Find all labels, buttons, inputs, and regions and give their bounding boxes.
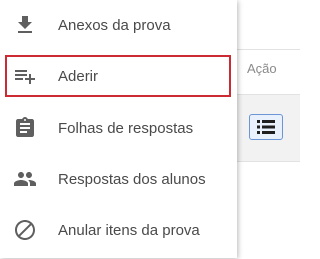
list-icon xyxy=(257,120,275,134)
menu-item-anular-itens-da-prova[interactable]: Anular itens da prova xyxy=(0,205,237,255)
table-divider xyxy=(236,161,300,162)
menu-item-label: Folhas de respostas xyxy=(58,119,194,137)
block-icon xyxy=(13,218,37,242)
table-divider xyxy=(236,49,300,50)
menu-item-folhas-de-respostas[interactable]: Folhas de respostas xyxy=(0,103,237,153)
playlist-add-icon xyxy=(13,64,37,88)
menu-item-label: Anular itens da prova xyxy=(58,221,200,239)
row-action-button[interactable] xyxy=(249,114,283,140)
menu-item-label: Anexos da prova xyxy=(58,16,171,34)
download-icon xyxy=(13,13,37,37)
column-header-acao: Ação xyxy=(247,61,277,76)
actions-menu: Anexos da prova Aderir Folhas de respost… xyxy=(0,0,237,258)
menu-item-label: Aderir xyxy=(58,67,99,85)
menu-item-aderir[interactable]: Aderir xyxy=(5,55,231,97)
menu-item-respostas-dos-alunos[interactable]: Respostas dos alunos xyxy=(0,154,237,204)
menu-item-anexos-da-prova[interactable]: Anexos da prova xyxy=(0,0,237,50)
assignment-icon xyxy=(13,116,37,140)
menu-item-label: Respostas dos alunos xyxy=(58,170,206,188)
people-icon xyxy=(13,167,37,191)
